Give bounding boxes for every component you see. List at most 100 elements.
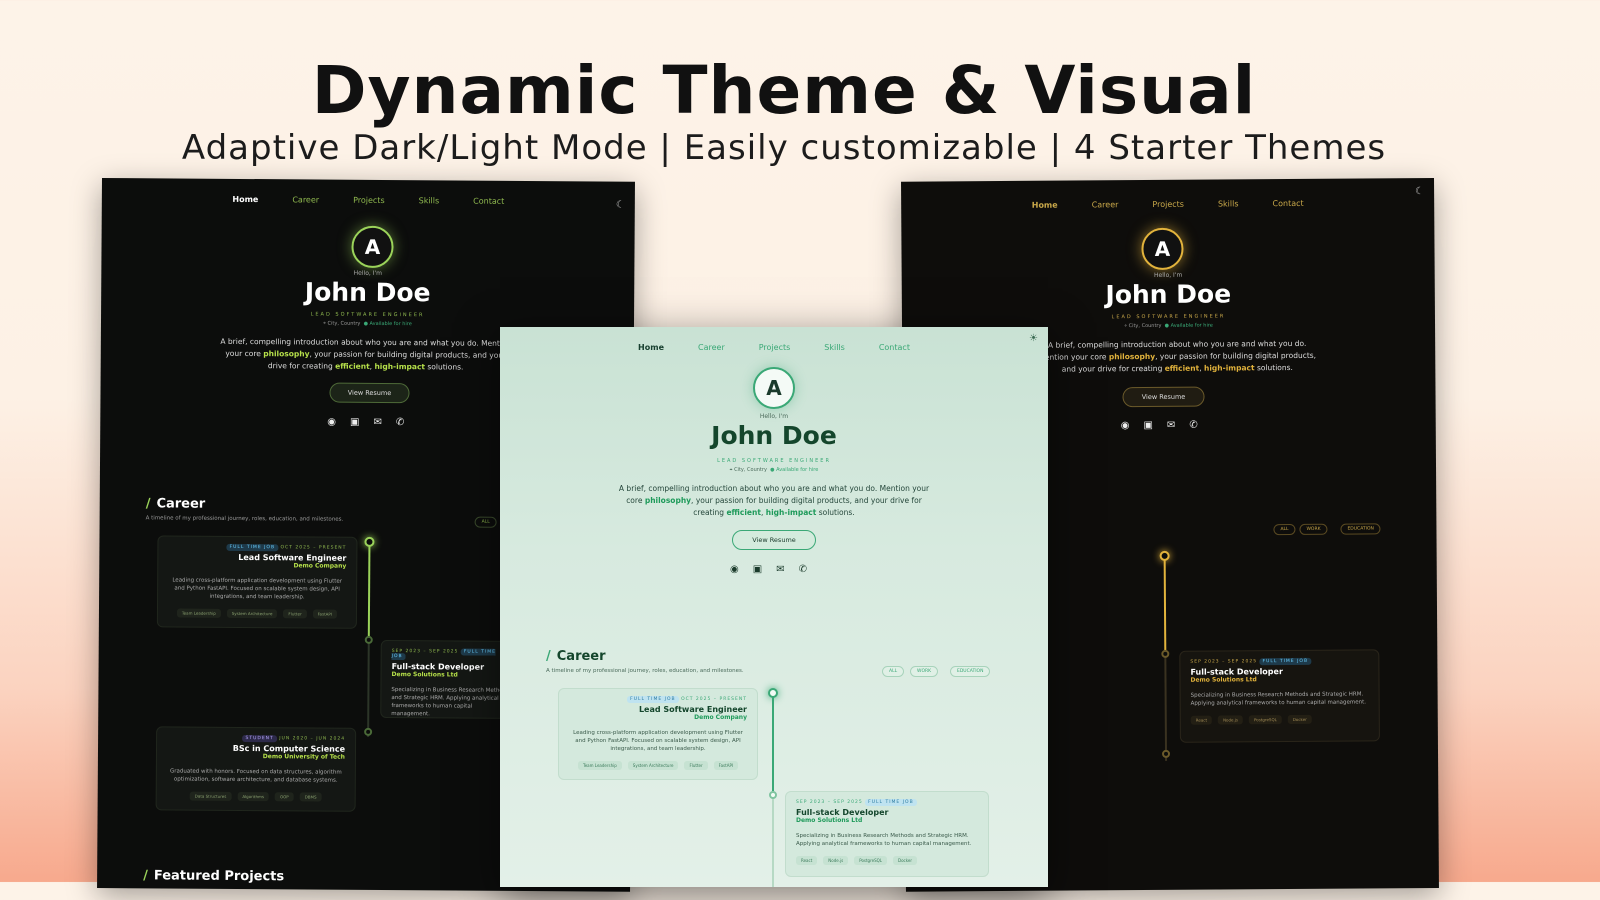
timeline-line xyxy=(367,541,371,637)
subheadline: Adaptive Dark/Light Mode | Easily custom… xyxy=(181,128,1387,168)
mail-icon[interactable]: ✉ xyxy=(1167,420,1175,431)
linkedin-icon[interactable]: ▣ xyxy=(1143,420,1153,431)
job-description: Graduated with honors. Focused on data s… xyxy=(169,768,342,784)
job-tags: Team Leadership System Architecture Flutte… xyxy=(168,608,346,619)
intro-highlight: philosophy xyxy=(644,496,692,505)
tag: PostgreSQL xyxy=(1248,715,1282,725)
intro: A brief, compelling introduction about w… xyxy=(614,483,934,519)
career-heading-text: Career xyxy=(556,649,606,664)
filter-education[interactable]: EDUCATION xyxy=(1340,523,1381,535)
github-icon[interactable]: ◉ xyxy=(1121,420,1130,431)
nav-bar: Home Career Projects Skills Contact xyxy=(102,194,635,207)
mail-icon[interactable]: ✉ xyxy=(373,417,381,428)
job-description: Leading cross-platform application devel… xyxy=(172,577,343,601)
projects-heading-text: Featured Projects xyxy=(153,868,285,885)
nav-home[interactable]: Home xyxy=(1032,201,1058,210)
github-icon[interactable]: ◉ xyxy=(730,564,739,575)
job-description: Specializing in Business Research Method… xyxy=(391,687,510,718)
tag: FastAPI xyxy=(713,761,739,770)
nav-home[interactable]: Home xyxy=(232,195,258,204)
nav-home[interactable]: Home xyxy=(638,343,664,352)
nav-skills[interactable]: Skills xyxy=(824,343,845,352)
intro-highlight: philosophy xyxy=(1108,351,1156,362)
name: John Doe xyxy=(1105,279,1232,310)
tag: FastAPI xyxy=(312,609,338,619)
availability: Available for hire xyxy=(369,320,412,328)
location: City, Country xyxy=(1128,322,1162,330)
job-company: Demo Company xyxy=(694,714,747,721)
whatsapp-icon[interactable]: ✆ xyxy=(799,564,807,575)
job-company: Demo Solutions Ltd xyxy=(796,817,863,824)
moon-icon[interactable]: ☾ xyxy=(616,200,625,211)
greeting: Hello, I'm xyxy=(759,413,789,420)
nav-skills[interactable]: Skills xyxy=(1218,199,1239,208)
timeline-dot xyxy=(1159,550,1170,561)
career-card[interactable]: SEP 2023 – SEP 2025 FULL TIME JOB Full-s… xyxy=(1179,649,1380,743)
intro: A brief, compelling introduction about w… xyxy=(1032,338,1322,376)
nav-contact[interactable]: Contact xyxy=(1272,199,1303,208)
nav-career[interactable]: Career xyxy=(292,195,319,204)
nav-career[interactable]: Career xyxy=(698,343,725,352)
nav-projects[interactable]: Projects xyxy=(759,343,791,352)
timeline-line xyxy=(772,695,774,791)
filter-all[interactable]: ALL xyxy=(1273,523,1296,536)
tag: Flutter xyxy=(283,609,307,619)
job-title: Full-stack Developer xyxy=(796,808,889,817)
whatsapp-icon[interactable]: ✆ xyxy=(396,417,404,428)
tag: OOP xyxy=(274,792,294,802)
job-badge: FULL TIME JOB xyxy=(1259,657,1312,666)
card-meta: FULL TIME JOB OCT 2025 – PRESENT xyxy=(569,696,747,703)
tag: Algorithms xyxy=(237,791,270,802)
nav-bar: Home Career Projects Skills Contact xyxy=(901,198,1434,211)
job-dates: SEP 2023 – SEP 2025 xyxy=(1190,659,1258,665)
timeline-dot xyxy=(364,635,373,644)
card-meta: FULL TIME JOB OCT 2025 – PRESENT xyxy=(168,543,346,552)
nav-career[interactable]: Career xyxy=(1092,200,1119,209)
intro-highlight: high-impact xyxy=(1203,363,1255,373)
view-resume-button[interactable]: View Resume xyxy=(1122,386,1205,408)
filter-education[interactable]: EDUCATION xyxy=(950,666,991,677)
social-links: ◉ ▣ ✉ ✆ xyxy=(730,564,807,575)
timeline-dot xyxy=(364,727,373,736)
mail-icon[interactable]: ✉ xyxy=(776,564,784,575)
tag: Docker xyxy=(893,856,918,865)
career-card[interactable]: FULL TIME JOB OCT 2025 – PRESENT Lead So… xyxy=(156,535,358,629)
sun-icon[interactable]: ☀ xyxy=(1029,333,1038,344)
timeline-line xyxy=(772,791,774,887)
linkedin-icon[interactable]: ▣ xyxy=(350,417,360,428)
moon-icon[interactable]: ☾ xyxy=(1415,186,1424,197)
card-meta: SEP 2023 – SEP 2025 FULL TIME JOB xyxy=(391,648,510,661)
job-dates: OCT 2025 – PRESENT xyxy=(681,697,747,702)
job-dates: SEP 2023 – SEP 2025 xyxy=(796,800,863,805)
job-description: Specializing in Business Research Method… xyxy=(796,833,972,847)
timeline-dot xyxy=(1161,649,1170,658)
name: John Doe xyxy=(304,277,431,308)
filter-work[interactable]: WORK xyxy=(1299,523,1328,535)
career-card[interactable]: FULL TIME JOB OCT 2025 – PRESENT Lead So… xyxy=(558,688,758,780)
github-icon[interactable]: ◉ xyxy=(327,417,336,428)
timeline-line xyxy=(367,636,370,737)
view-resume-button[interactable]: View Resume xyxy=(329,382,410,404)
nav-projects[interactable]: Projects xyxy=(353,196,385,205)
location: City, Country xyxy=(734,467,767,473)
job-company: Demo Solutions Ltd xyxy=(1190,676,1257,684)
linkedin-icon[interactable]: ▣ xyxy=(753,564,762,575)
filter-work[interactable]: WORK xyxy=(910,666,939,677)
nav-contact[interactable]: Contact xyxy=(473,197,504,206)
career-card[interactable]: STUDENT JUN 2020 – JUN 2024 BSc in Compu… xyxy=(155,726,357,812)
job-tags: Data Structures Algorithms OOP DBMS xyxy=(167,791,345,802)
nav-contact[interactable]: Contact xyxy=(879,343,910,352)
view-resume-button[interactable]: View Resume xyxy=(732,530,816,550)
career-subtitle: A timeline of my professional journey, r… xyxy=(145,515,344,523)
career-card[interactable]: SEP 2023 – SEP 2025 FULL TIME JOB Full-s… xyxy=(785,791,989,877)
filter-all[interactable]: ALL xyxy=(882,666,905,677)
nav-skills[interactable]: Skills xyxy=(419,196,440,205)
timeline-dot xyxy=(1161,749,1171,758)
job-company: Demo University of Tech xyxy=(262,753,345,761)
filter-all[interactable]: ALL xyxy=(474,516,497,528)
whatsapp-icon[interactable]: ✆ xyxy=(1189,420,1197,431)
job-dates: JUN 2020 – JUN 2024 xyxy=(279,736,346,742)
career-subtitle: A timeline of my professional journey, r… xyxy=(546,668,744,674)
career-heading-text: Career xyxy=(156,496,206,512)
nav-projects[interactable]: Projects xyxy=(1152,200,1184,209)
